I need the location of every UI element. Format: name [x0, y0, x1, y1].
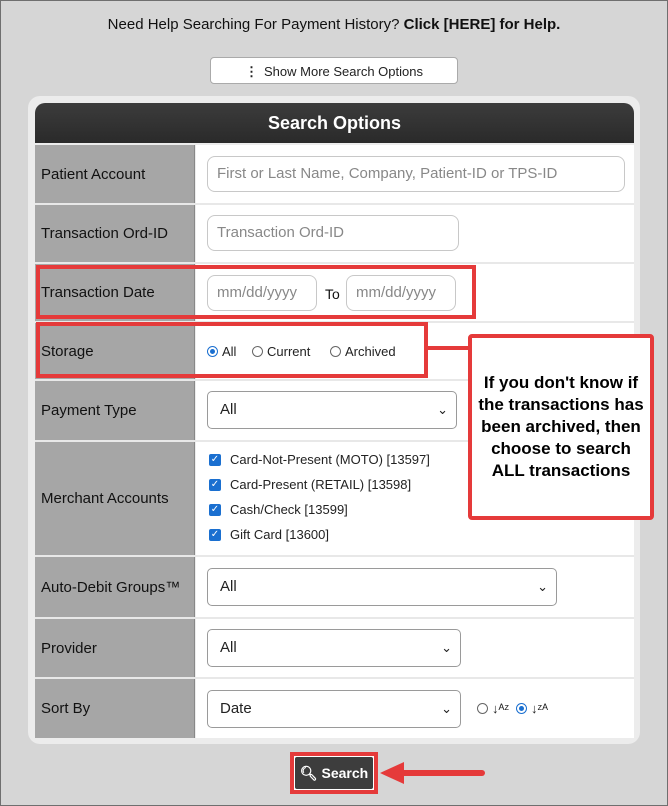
sort-by-label: Sort By	[35, 679, 195, 738]
panel-title: Search Options	[35, 103, 634, 143]
search-icon: 🔍︎	[299, 765, 318, 781]
sort-ascending-radio[interactable]: ↓ᴬᶻ	[477, 701, 509, 716]
payment-type-label: Payment Type	[35, 381, 195, 440]
vertical-dots-icon: ⋮	[245, 64, 259, 79]
sort-ascending-icon: ↓ᴬᶻ	[492, 701, 510, 716]
auto-debit-groups-select[interactable]: All ⌄	[207, 568, 557, 606]
auto-debit-groups-label: Auto-Debit Groups™	[35, 557, 195, 617]
callout-text: If you don't know if the transactions ha…	[478, 373, 644, 480]
callout-connector	[428, 346, 470, 350]
row-auto-debit-groups: Auto-Debit Groups™ All ⌄	[35, 557, 634, 617]
checkbox-checked-icon: ✓	[209, 503, 221, 516]
sort-by-cell: Date ⌄ ↓ᴬᶻ ↓ᶻᴬ	[196, 679, 634, 738]
radio-unselected-icon	[477, 703, 488, 714]
row-patient-account: Patient Account First or Last Name, Comp…	[35, 145, 634, 203]
help-link[interactable]: Click [HERE] for Help.	[404, 16, 561, 33]
merchant-account-label: Cash/Check [13599]	[230, 502, 348, 517]
chevron-down-icon: ⌄	[437, 402, 448, 417]
merchant-accounts-label: Merchant Accounts	[35, 442, 195, 555]
checkbox-checked-icon: ✓	[209, 453, 221, 466]
show-more-options-label: Show More Search Options	[264, 64, 423, 79]
merchant-account-label: Card-Not-Present (MOTO) [13597]	[230, 452, 430, 467]
help-text: Need Help Searching For Payment History?…	[0, 16, 668, 33]
auto-debit-groups-value: All	[220, 578, 237, 595]
provider-select[interactable]: All ⌄	[207, 629, 461, 667]
search-button-label: Search	[321, 765, 369, 781]
merchant-checkbox-item[interactable]: ✓ Card-Not-Present (MOTO) [13597]	[209, 452, 430, 467]
chevron-down-icon: ⌄	[537, 579, 548, 594]
pointer-arrow-icon	[380, 762, 485, 784]
row-provider: Provider All ⌄	[35, 619, 634, 677]
row-transaction-ord-id: Transaction Ord-ID Transaction Ord-ID	[35, 205, 634, 262]
transaction-ord-id-label: Transaction Ord-ID	[35, 205, 195, 262]
provider-cell: All ⌄	[196, 619, 634, 677]
checkbox-checked-icon: ✓	[209, 528, 221, 541]
patient-account-label: Patient Account	[35, 145, 195, 203]
checkbox-checked-icon: ✓	[209, 478, 221, 491]
sort-by-select[interactable]: Date ⌄	[207, 690, 461, 728]
payment-type-select[interactable]: All ⌄	[207, 391, 457, 429]
sort-descending-radio[interactable]: ↓ᶻᴬ	[516, 701, 548, 716]
merchant-checkbox-item[interactable]: ✓ Card-Present (RETAIL) [13598]	[209, 477, 411, 492]
chevron-down-icon: ⌄	[441, 640, 452, 655]
transaction-ord-id-input[interactable]: Transaction Ord-ID	[207, 215, 459, 251]
radio-selected-icon	[516, 703, 527, 714]
merchant-account-label: Gift Card [13600]	[230, 527, 329, 542]
provider-value: All	[220, 639, 237, 656]
merchant-account-label: Card-Present (RETAIL) [13598]	[230, 477, 412, 492]
show-more-options-button[interactable]: ⋮ Show More Search Options	[210, 57, 458, 84]
transaction-ord-id-cell: Transaction Ord-ID	[196, 205, 634, 262]
sort-by-value: Date	[220, 700, 252, 717]
help-prefix: Need Help Searching For Payment History?	[107, 16, 404, 33]
patient-account-cell: First or Last Name, Company, Patient-ID …	[196, 145, 634, 203]
sort-descending-icon: ↓ᶻᴬ	[531, 701, 549, 716]
auto-debit-groups-cell: All ⌄	[196, 557, 634, 617]
search-button[interactable]: 🔍︎ Search	[295, 757, 373, 789]
storage-highlight	[36, 322, 428, 378]
patient-account-input[interactable]: First or Last Name, Company, Patient-ID …	[207, 156, 625, 192]
transaction-date-highlight	[36, 265, 476, 319]
merchant-checkbox-item[interactable]: ✓ Gift Card [13600]	[209, 527, 329, 542]
provider-label: Provider	[35, 619, 195, 677]
merchant-checkbox-item[interactable]: ✓ Cash/Check [13599]	[209, 502, 348, 517]
row-sort-by: Sort By Date ⌄ ↓ᴬᶻ ↓ᶻᴬ	[35, 679, 634, 738]
archive-callout: If you don't know if the transactions ha…	[468, 334, 654, 520]
payment-type-value: All	[220, 401, 237, 418]
chevron-down-icon: ⌄	[441, 701, 452, 716]
